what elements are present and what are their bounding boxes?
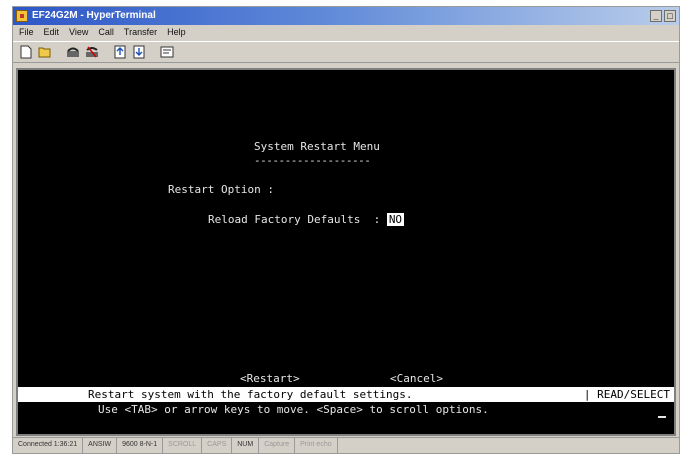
help-text: Use <TAB> or arrow keys to move. <Space>…	[98, 403, 489, 416]
receive-icon[interactable]	[131, 44, 147, 60]
window-controls: _ □	[650, 10, 676, 22]
status-mode: | READ/SELECT	[583, 388, 670, 401]
title-bar[interactable]: EF24G2M - HyperTerminal _ □	[13, 7, 679, 25]
send-icon[interactable]	[112, 44, 128, 60]
menu-title-underline: -------------------	[254, 154, 371, 167]
port-settings: 9600 8-N-1	[117, 438, 164, 453]
menu-transfer[interactable]: Transfer	[124, 25, 157, 40]
open-folder-icon[interactable]	[37, 44, 53, 60]
menu-file[interactable]: File	[19, 25, 34, 40]
num-indicator: NUM	[232, 438, 260, 453]
properties-icon[interactable]	[159, 44, 175, 60]
maximize-button[interactable]: □	[664, 10, 676, 22]
reload-defaults-label: Reload Factory Defaults :	[208, 213, 387, 226]
phone-connect-icon[interactable]	[65, 44, 81, 60]
text-cursor	[658, 416, 666, 418]
new-document-icon[interactable]	[18, 44, 34, 60]
minimize-button[interactable]: _	[650, 10, 662, 22]
terminal-screen[interactable]: System Restart Menu ------------------- …	[16, 68, 676, 436]
menu-edit[interactable]: Edit	[44, 25, 60, 40]
connection-time: Connected 1:36:21	[13, 438, 84, 453]
terminal-status-bar: Restart system with the factory default …	[18, 387, 674, 402]
hyperterminal-statusbar: Connected 1:36:21 ANSIW 9600 8-N-1 SCROL…	[13, 437, 679, 453]
restart-option-label: Restart Option :	[168, 183, 274, 196]
reload-defaults-value[interactable]: NO	[386, 213, 405, 226]
menu-view[interactable]: View	[69, 25, 88, 40]
capture-indicator: Capture	[259, 438, 296, 453]
window-title: EF24G2M - HyperTerminal	[32, 10, 156, 21]
restart-button[interactable]: <Restart>	[240, 372, 300, 385]
caps-indicator: CAPS	[202, 438, 233, 453]
menu-help[interactable]: Help	[167, 25, 186, 40]
menu-title: System Restart Menu	[254, 140, 380, 153]
print-echo-indicator: Print echo	[295, 438, 338, 453]
menu-call[interactable]: Call	[98, 25, 114, 40]
reload-defaults-row: Reload Factory Defaults : NO	[208, 213, 405, 226]
status-message: Restart system with the factory default …	[88, 388, 413, 401]
toolbar	[13, 41, 679, 63]
hyperterminal-app-icon	[16, 10, 28, 22]
emulation-type: ANSIW	[83, 438, 118, 453]
scroll-indicator: SCROLL	[163, 438, 203, 453]
cancel-button[interactable]: <Cancel>	[390, 372, 443, 385]
menu-bar: File Edit View Call Transfer Help	[13, 25, 679, 40]
phone-disconnect-icon[interactable]	[84, 44, 100, 60]
